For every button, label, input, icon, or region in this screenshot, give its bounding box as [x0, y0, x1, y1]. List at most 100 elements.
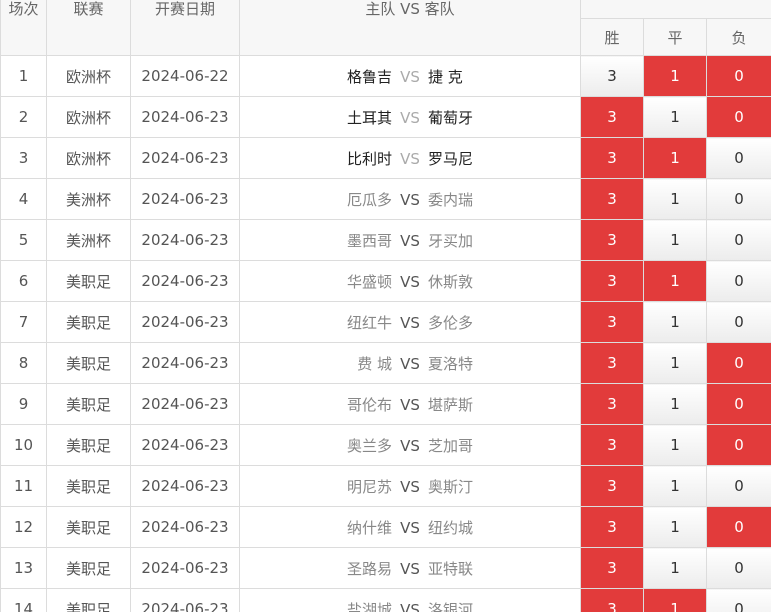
- odds-win-button[interactable]: 3: [580, 383, 644, 425]
- odds-win-button[interactable]: 3: [580, 342, 644, 384]
- match-date: 2024-06-22: [130, 55, 240, 97]
- match-teams: 格鲁吉 VS 捷 克: [239, 55, 581, 97]
- odds-draw-button[interactable]: 1: [643, 383, 707, 425]
- odds-win-button[interactable]: 3: [580, 55, 644, 97]
- odds-loss-button[interactable]: 0: [705, 301, 771, 343]
- table-row: 13 美职足 2024-06-23 圣路易 VS 亚特联 3 1 0: [0, 547, 771, 589]
- league-name: 美职足: [46, 424, 131, 466]
- table-row: 11 美职足 2024-06-23 明尼苏 VS 奥斯汀 3 1 0: [0, 465, 771, 507]
- odds-draw-button[interactable]: 1: [643, 178, 707, 220]
- odds-loss-button[interactable]: 0: [705, 96, 771, 138]
- odds-draw-button[interactable]: 1: [643, 465, 707, 507]
- table-row: 14 美职足 2024-06-23 盐湖城 VS 洛银河 3 1 0: [0, 588, 771, 612]
- odds-win-button[interactable]: 3: [580, 465, 644, 507]
- odds-draw-button[interactable]: 1: [643, 588, 707, 612]
- round-number: 9: [0, 383, 47, 425]
- odds-draw-button[interactable]: 1: [643, 96, 707, 138]
- match-teams: 费 城 VS 夏洛特: [239, 342, 581, 384]
- away-team: 堪萨斯: [428, 395, 474, 414]
- match-teams: 墨西哥 VS 牙买加: [239, 219, 581, 261]
- home-team: 厄瓜多: [346, 190, 392, 209]
- lottery-table-container: 场次 联赛 开赛日期 主队 VS 客队 胜 平 负 1 欧洲杯 2024-06-22…: [0, 0, 771, 612]
- odds-loss-button[interactable]: 0: [705, 547, 771, 589]
- header-date: 开赛日期: [130, 0, 240, 56]
- match-teams: 比利时 VS 罗马尼: [239, 137, 581, 179]
- header-odds-group: [579, 0, 771, 19]
- header-draw: 平: [643, 18, 707, 56]
- odds-draw-button[interactable]: 1: [643, 219, 707, 261]
- odds-win-button[interactable]: 3: [580, 96, 644, 138]
- match-teams: 明尼苏 VS 奥斯汀: [239, 465, 581, 507]
- odds-loss-button[interactable]: 0: [705, 55, 771, 97]
- odds-draw-button[interactable]: 1: [643, 424, 707, 466]
- odds-win-button[interactable]: 3: [580, 137, 644, 179]
- round-number: 8: [0, 342, 47, 384]
- odds-loss-button[interactable]: 0: [705, 219, 771, 261]
- odds-win-button[interactable]: 3: [580, 424, 644, 466]
- away-team: 纽约城: [428, 518, 474, 537]
- match-teams: 奥兰多 VS 芝加哥: [239, 424, 581, 466]
- odds-win-button[interactable]: 3: [580, 260, 644, 302]
- odds-loss-button[interactable]: 0: [705, 342, 771, 384]
- odds-draw-button[interactable]: 1: [643, 260, 707, 302]
- vs-label: VS: [400, 272, 420, 291]
- odds-draw-button[interactable]: 1: [643, 301, 707, 343]
- odds-loss-button[interactable]: 0: [705, 260, 771, 302]
- match-teams: 纽红牛 VS 多伦多: [239, 301, 581, 343]
- header-league-label: 联赛: [73, 0, 104, 18]
- round-number: 7: [0, 301, 47, 343]
- vs-label: VS: [400, 231, 420, 250]
- vs-label: VS: [400, 436, 420, 455]
- match-date: 2024-06-23: [130, 342, 240, 384]
- odds-loss-button[interactable]: 0: [705, 383, 771, 425]
- table-row: 12 美职足 2024-06-23 纳什维 VS 纽约城 3 1 0: [0, 506, 771, 548]
- away-team: 牙买加: [428, 231, 474, 250]
- away-team: 芝加哥: [428, 436, 474, 455]
- odds-draw-button[interactable]: 1: [643, 342, 707, 384]
- home-team: 明尼苏: [346, 477, 392, 496]
- match-date: 2024-06-23: [130, 465, 240, 507]
- match-teams: 盐湖城 VS 洛银河: [239, 588, 581, 612]
- table-row: 1 欧洲杯 2024-06-22 格鲁吉 VS 捷 克310: [0, 55, 771, 97]
- league-name: 美职足: [46, 547, 131, 589]
- odds-win-button[interactable]: 3: [580, 178, 644, 220]
- match-teams: 纳什维 VS 纽约城: [239, 506, 581, 548]
- odds-draw-button[interactable]: 1: [643, 506, 707, 548]
- table-row: 2 欧洲杯 2024-06-23 土耳其 VS 葡萄牙 3 1 0: [0, 96, 771, 138]
- away-team: 夏洛特: [428, 354, 474, 373]
- league-name: 美职足: [46, 260, 131, 302]
- odds-loss-button[interactable]: 0: [705, 465, 771, 507]
- odds-draw-button[interactable]: 1: [643, 547, 707, 589]
- header-round-label: 场次: [8, 0, 39, 18]
- table-row: 10 美职足 2024-06-23 奥兰多 VS 芝加哥 3 1 0: [0, 424, 771, 466]
- header-win: 胜: [580, 18, 644, 56]
- match-teams: 厄瓜多 VS 委内瑞: [239, 178, 581, 220]
- home-team: 华盛顿: [346, 272, 392, 291]
- odds-loss-button[interactable]: 0: [705, 137, 771, 179]
- odds-loss-button[interactable]: 0: [705, 506, 771, 548]
- header-match-label: 主队 VS 客队: [365, 0, 455, 18]
- round-number: 10: [0, 424, 47, 466]
- odds-win-button[interactable]: 3: [580, 301, 644, 343]
- odds-win-button[interactable]: 3: [580, 506, 644, 548]
- home-team: 哥伦布: [346, 395, 392, 414]
- round-number: 14: [0, 588, 47, 612]
- odds-loss-button[interactable]: 0: [705, 178, 771, 220]
- odds-win-button[interactable]: 3: [580, 588, 644, 612]
- odds-win-button[interactable]: 3: [580, 547, 644, 589]
- round-number: 13: [0, 547, 47, 589]
- odds-draw-button[interactable]: 1: [643, 55, 707, 97]
- odds-loss-button[interactable]: 0: [705, 588, 771, 612]
- vs-label: VS: [400, 477, 420, 496]
- match-teams: 哥伦布 VS 堪萨斯: [239, 383, 581, 425]
- vs-label: VS: [400, 395, 420, 414]
- odds-draw-button[interactable]: 1: [643, 137, 707, 179]
- match-date: 2024-06-23: [130, 383, 240, 425]
- away-team: 奥斯汀: [428, 477, 474, 496]
- odds-win-button[interactable]: 3: [580, 219, 644, 261]
- vs-label: VS: [400, 559, 420, 578]
- league-name: 欧洲杯: [46, 137, 131, 179]
- odds-loss-button[interactable]: 0: [705, 424, 771, 466]
- away-team: 捷 克: [428, 67, 463, 86]
- league-name: 美职足: [46, 506, 131, 548]
